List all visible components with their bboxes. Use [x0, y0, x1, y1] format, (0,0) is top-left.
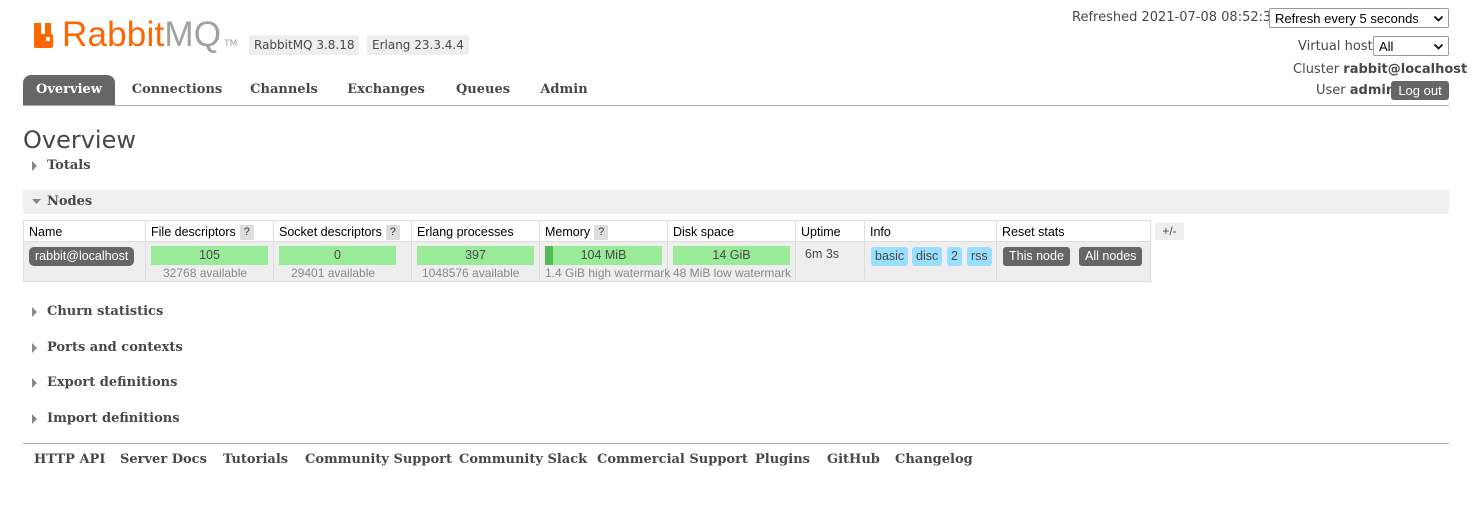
memory-bar-fill [545, 246, 554, 265]
column-toggle-button[interactable]: +/- [1155, 223, 1184, 240]
cluster-label: Cluster [1293, 62, 1340, 77]
section-nodes-label: Nodes [47, 194, 93, 209]
erlang-processes-available: 1048576 available [422, 266, 520, 280]
footer-link-changelog[interactable]: Changelog [895, 452, 973, 467]
footer-link-commercial-support[interactable]: Commercial Support [597, 452, 748, 467]
col-header-info: Info [864, 220, 997, 242]
cell-memory: 104 MiB 1.4 GiB high watermark [539, 241, 671, 282]
chevron-right-icon [32, 343, 37, 353]
tab-connections[interactable]: Connections [126, 75, 228, 105]
footer-link-http-api[interactable]: HTTP API [34, 452, 105, 467]
section-churn-label: Churn statistics [47, 304, 164, 319]
footer-link-github[interactable]: GitHub [827, 452, 880, 467]
virtual-host-label: Virtual host [1298, 39, 1373, 54]
section-nodes-toggle[interactable]: Nodes [23, 190, 1449, 214]
rabbit-logo-icon [34, 23, 53, 48]
memory-high-watermark: 1.4 GiB high watermark [545, 266, 671, 280]
tab-exchanges[interactable]: Exchanges [340, 75, 432, 105]
erlang-version-badge: Erlang 23.3.4.4 [367, 35, 469, 55]
cell-disk-space: 14 GiB 48 MiB low watermark [667, 241, 796, 282]
col-header-erlang-processes: Erlang processes [411, 220, 540, 242]
col-header-uptime: Uptime [795, 220, 865, 242]
tab-channels[interactable]: Channels [243, 75, 325, 105]
rabbitmq-version-badge: RabbitMQ 3.8.18 [249, 35, 360, 55]
info-badge-count: 2 [947, 247, 962, 266]
node-name-link[interactable]: rabbit@localhost [29, 247, 135, 266]
user-info: User admin [1316, 83, 1395, 98]
help-icon[interactable]: ? [239, 225, 254, 241]
footer-link-plugins[interactable]: Plugins [755, 452, 810, 467]
section-ports-toggle[interactable]: Ports and contexts [23, 336, 1449, 360]
footer-link-tutorials[interactable]: Tutorials [223, 452, 288, 467]
cluster-name: rabbit@localhost [1343, 62, 1468, 77]
section-import-toggle[interactable]: Import definitions [23, 407, 1449, 431]
section-churn-toggle[interactable]: Churn statistics [23, 300, 1449, 324]
footer-link-community-support[interactable]: Community Support [305, 452, 452, 467]
help-icon[interactable]: ? [594, 225, 609, 241]
cell-uptime: 6m 3s [795, 241, 865, 282]
chevron-down-icon [1433, 15, 1444, 22]
col-header-name: Name [23, 220, 146, 242]
virtual-host-select[interactable]: All [1373, 36, 1449, 56]
cell-reset-stats: This node All nodes [996, 241, 1151, 282]
tab-admin[interactable]: Admin [532, 75, 596, 105]
uptime-value: 6m 3s [805, 247, 840, 261]
file-descriptors-bar: 105 [151, 246, 268, 265]
col-header-disk-space: Disk space [667, 220, 796, 242]
nav-divider [23, 105, 1449, 106]
chevron-right-icon [32, 414, 37, 424]
chevron-right-icon [32, 378, 37, 388]
footer-link-community-slack[interactable]: Community Slack [459, 452, 587, 467]
col-header-socket-descriptors: Socket descriptors? [273, 220, 412, 242]
footer-divider [23, 443, 1449, 444]
rabbitmq-logo[interactable]: RabbitMQ TM [33, 14, 237, 54]
help-icon[interactable]: ? [385, 225, 400, 241]
reset-this-node-button[interactable]: This node [1003, 247, 1070, 266]
disk-space-bar: 14 GiB [673, 246, 790, 265]
socket-descriptors-bar: 0 [279, 246, 396, 265]
disk-low-watermark: 48 MiB low watermark [673, 266, 792, 280]
section-ports-label: Ports and contexts [47, 340, 183, 355]
col-header-file-descriptors: File descriptors? [145, 220, 274, 242]
cell-erlang-processes: 397 1048576 available [411, 241, 540, 282]
section-export-label: Export definitions [47, 375, 178, 390]
footer-link-server-docs[interactable]: Server Docs [120, 452, 207, 467]
logo-trademark: TM [224, 39, 238, 49]
tab-queues[interactable]: Queues [448, 75, 518, 105]
memory-bar: 104 MiB [545, 246, 662, 265]
logo-wordmark: RabbitMQ [62, 15, 222, 54]
col-header-memory: Memory? [539, 220, 668, 242]
cell-node-name: rabbit@localhost [23, 241, 146, 282]
refreshed-timestamp: Refreshed 2021-07-08 08:52:35 [1072, 10, 1280, 25]
section-export-toggle[interactable]: Export definitions [23, 371, 1449, 395]
file-descriptors-available: 32768 available [163, 266, 248, 280]
refresh-interval-select[interactable]: Refresh every 5 seconds [1269, 8, 1449, 28]
col-header-reset-stats: Reset stats [996, 220, 1151, 242]
logout-button[interactable]: Log out [1391, 81, 1449, 100]
chevron-right-icon [32, 161, 37, 171]
chevron-down-icon [32, 199, 41, 204]
cell-socket-descriptors: 0 29401 available [273, 241, 412, 282]
user-label: User [1316, 83, 1346, 98]
info-badge-rss: rss [967, 247, 992, 266]
section-totals-label: Totals [47, 158, 91, 173]
erlang-processes-bar: 397 [417, 246, 534, 265]
socket-descriptors-available: 29401 available [291, 266, 376, 280]
chevron-right-icon [32, 307, 37, 317]
info-badge-disc: disc [912, 247, 943, 266]
cluster-info: Cluster rabbit@localhost [1293, 62, 1467, 77]
user-name: admin [1349, 83, 1396, 98]
reset-all-nodes-button[interactable]: All nodes [1079, 247, 1143, 266]
cell-info: basic disc 2 rss [864, 241, 997, 282]
section-import-label: Import definitions [47, 411, 180, 426]
info-badge-basic: basic [871, 247, 909, 266]
section-totals-toggle[interactable]: Totals [23, 154, 1449, 178]
page-title: Overview [23, 126, 136, 154]
chevron-down-icon [1433, 43, 1444, 50]
cell-file-descriptors: 105 32768 available [145, 241, 274, 282]
nodes-table: Name File descriptors? Socket descriptor… [23, 220, 1151, 282]
tab-overview[interactable]: Overview [23, 75, 115, 105]
